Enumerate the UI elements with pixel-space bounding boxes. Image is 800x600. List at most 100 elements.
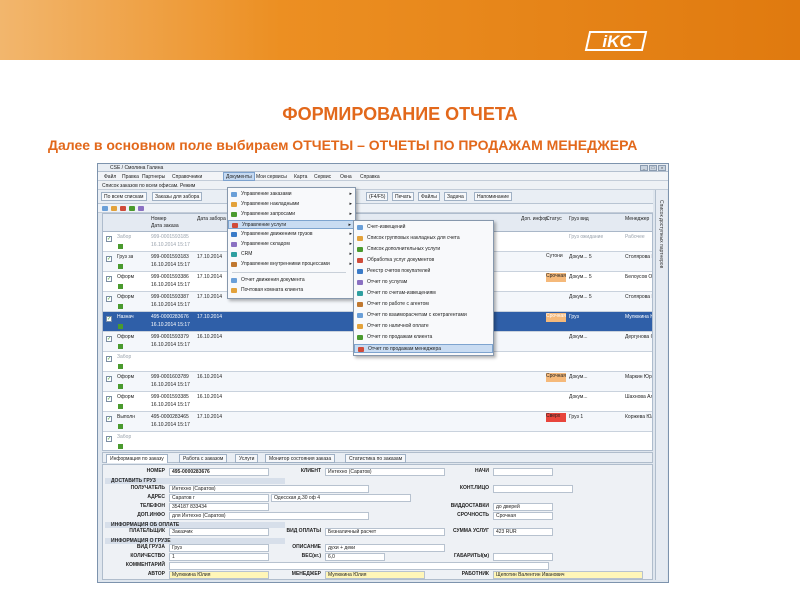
partners-side-panel[interactable]: Список доступных партнеров bbox=[655, 190, 667, 580]
menu-item-mailroom[interactable]: Почтовая комната клиента bbox=[228, 286, 355, 295]
menu-item-warehouse[interactable]: Управление складом ▸ bbox=[228, 240, 355, 249]
edit-icon[interactable] bbox=[111, 206, 117, 211]
menu-item-manager-sales-report[interactable]: Отчет по продажам менеджера bbox=[354, 344, 493, 353]
menu-edit[interactable]: Правка bbox=[122, 174, 139, 180]
reminder-button[interactable]: Напоминание bbox=[474, 192, 512, 201]
author-field[interactable]: Мулюкина Юлия bbox=[169, 571, 269, 579]
files-button[interactable]: Файлы bbox=[418, 192, 440, 201]
row-checkbox[interactable]: ✓ bbox=[106, 376, 112, 382]
row-checkbox[interactable]: ✓ bbox=[106, 436, 112, 442]
all-lists-button[interactable]: По всем спискам bbox=[101, 192, 147, 201]
tab-status-monitor[interactable]: Монитор состояния заказа bbox=[265, 454, 336, 463]
row-checkbox[interactable]: ✓ bbox=[106, 396, 112, 402]
row-checkbox[interactable]: ✓ bbox=[106, 296, 112, 302]
table-row[interactable]: ✓ Забор bbox=[103, 432, 652, 450]
menu-partners[interactable]: Партнеры bbox=[142, 174, 165, 180]
recipient-field[interactable]: Интехно (Саратов) bbox=[169, 485, 369, 493]
menu-map[interactable]: Карта bbox=[294, 174, 307, 180]
col-status[interactable]: Статус bbox=[546, 216, 562, 222]
menu-item-agent-report[interactable]: Отчет по работе с агентом bbox=[354, 300, 493, 309]
menu-windows[interactable]: Окна bbox=[340, 174, 352, 180]
number-field[interactable]: 495-0000283676 bbox=[169, 468, 269, 476]
menu-directories[interactable]: Справочники bbox=[172, 174, 202, 180]
menu-help[interactable]: Справка bbox=[360, 174, 380, 180]
weight-field[interactable]: 6,0 bbox=[325, 553, 385, 561]
row-checkbox[interactable]: ✓ bbox=[106, 236, 112, 242]
task-button[interactable]: Задача bbox=[444, 192, 467, 201]
col-number[interactable]: Номер bbox=[151, 216, 166, 222]
menu-my-services[interactable]: Мои сервисы bbox=[256, 174, 287, 180]
menu-item-crm[interactable]: CRM ▸ bbox=[228, 250, 355, 259]
menu-documents[interactable]: Документы bbox=[223, 172, 255, 181]
menu-item-services[interactable]: Управление услуги ▸ bbox=[228, 220, 355, 229]
menu-item-services-report[interactable]: Отчет по услугам bbox=[354, 278, 493, 287]
menu-item-extra-services[interactable]: Список дополнительных услуги bbox=[354, 245, 493, 254]
menu-item-client-sales-report[interactable]: Отчет по продажам клиента bbox=[354, 333, 493, 342]
row-checkbox[interactable]: ✓ bbox=[106, 276, 112, 282]
menu-service[interactable]: Сервис bbox=[314, 174, 331, 180]
row-checkbox[interactable]: ✓ bbox=[106, 416, 112, 422]
dimensions-field[interactable] bbox=[493, 553, 553, 561]
minimize-button[interactable]: _ bbox=[640, 165, 648, 171]
urgency-field[interactable]: Срочная bbox=[493, 512, 553, 520]
f4-f5-button[interactable]: (F4/F5) bbox=[366, 192, 389, 201]
manager-field[interactable]: Мулюкина Юлия bbox=[325, 571, 425, 579]
client-field[interactable]: Интехно (Саратов) bbox=[325, 468, 445, 476]
row-checkbox[interactable]: ✓ bbox=[106, 356, 112, 362]
table-row[interactable]: ✓ Оформ 999-0001603789 16.10.2014 15:17 16.1… bbox=[103, 372, 652, 392]
pickup-orders-button[interactable]: Заказы для забора bbox=[152, 192, 203, 201]
table-row[interactable]: ✓ Выполн 495-0000283465 16.10.2014 15:17 17.… bbox=[103, 412, 652, 432]
table-row[interactable]: ✓ Оформ 999-0001593385 16.10.2014 15:17 16.1… bbox=[103, 392, 652, 412]
tab-statistics[interactable]: Статистика по заказам bbox=[345, 454, 407, 463]
new-icon[interactable] bbox=[102, 206, 108, 211]
tab-services[interactable]: Услуги bbox=[235, 454, 259, 463]
menu-item-cargo-movement[interactable]: Управление движением грузов ▸ bbox=[228, 230, 355, 239]
cell-manager: Столярова Н bbox=[625, 294, 653, 300]
menu-item-settlements-report[interactable]: Отчет по взаиморасчетам с контрагентами bbox=[354, 311, 493, 320]
add-info-field[interactable]: для Интехно (Саратов) bbox=[169, 512, 369, 520]
street-field[interactable]: Одесская д.30 оф 4 bbox=[271, 494, 411, 502]
menu-item-group-waybills[interactable]: Список групповых накладных для счета bbox=[354, 234, 493, 243]
menu-item-invoice-registry[interactable]: Реестр счетов покупателей bbox=[354, 267, 493, 276]
phone-field[interactable]: 354187 833434 bbox=[169, 503, 269, 511]
print-button[interactable]: Печать bbox=[392, 192, 415, 201]
menu-item-document-report[interactable]: Отчет движения документа bbox=[228, 276, 355, 285]
cargo-type-field[interactable]: Груз bbox=[169, 544, 269, 552]
close-button[interactable]: × bbox=[658, 165, 666, 171]
payment-type-field[interactable]: Безналичный расчет bbox=[325, 528, 445, 536]
cell-cargo: Груз 1 bbox=[569, 414, 584, 420]
refresh-icon[interactable] bbox=[129, 206, 135, 211]
menu-item-waybills[interactable]: Управление накладными ▸ bbox=[228, 200, 355, 209]
menu-item-cash-report[interactable]: Отчет по наличной оплате bbox=[354, 322, 493, 331]
payer-field[interactable]: Заказчик bbox=[169, 528, 269, 536]
city-field[interactable]: Саратов г bbox=[169, 494, 269, 502]
row-checkbox[interactable]: ✓ bbox=[106, 316, 112, 322]
row-checkbox[interactable]: ✓ bbox=[106, 256, 112, 262]
col-cargo-type[interactable]: Груз вид bbox=[569, 216, 589, 222]
contact-field[interactable] bbox=[493, 485, 573, 493]
col-pickup-date[interactable]: Дата забора bbox=[197, 216, 226, 222]
worker-field[interactable]: Щепотин Валентин Иванович bbox=[493, 571, 643, 579]
menu-item-invoices-report[interactable]: Отчет по счетам-извещениям bbox=[354, 289, 493, 298]
filter-icon[interactable] bbox=[138, 206, 144, 211]
delete-icon[interactable] bbox=[120, 206, 126, 211]
description-field[interactable]: духи + деки bbox=[325, 544, 445, 552]
menu-item-orders[interactable]: Управление заказами ▸ bbox=[228, 190, 355, 199]
col-manager[interactable]: Менеджер bbox=[625, 216, 649, 222]
col-order-date[interactable]: Дата заказа bbox=[151, 223, 179, 229]
menu-item-invoice-notice[interactable]: Счет-извещений bbox=[354, 223, 493, 232]
tab-order-work[interactable]: Работа с заказом bbox=[179, 454, 228, 463]
menu-item-service-processing[interactable]: Обработка услуг документов bbox=[354, 256, 493, 265]
nachi-field[interactable] bbox=[493, 468, 553, 476]
delivery-type-field[interactable]: до дверей bbox=[493, 503, 553, 511]
menu-separator bbox=[232, 272, 347, 273]
maximize-button[interactable]: □ bbox=[649, 165, 657, 171]
tab-order-info[interactable]: Информация по заказу bbox=[106, 454, 168, 463]
quantity-field[interactable]: 1 bbox=[169, 553, 269, 561]
menu-item-requests[interactable]: Управление запросами ▸ bbox=[228, 210, 355, 219]
sum-field[interactable]: 423 RUR bbox=[493, 528, 553, 536]
comment-field[interactable] bbox=[169, 562, 549, 570]
menu-item-internal-processes[interactable]: Управление внутренними процессами ▸ bbox=[228, 260, 355, 269]
menu-file[interactable]: Файл bbox=[104, 174, 116, 180]
row-checkbox[interactable]: ✓ bbox=[106, 336, 112, 342]
